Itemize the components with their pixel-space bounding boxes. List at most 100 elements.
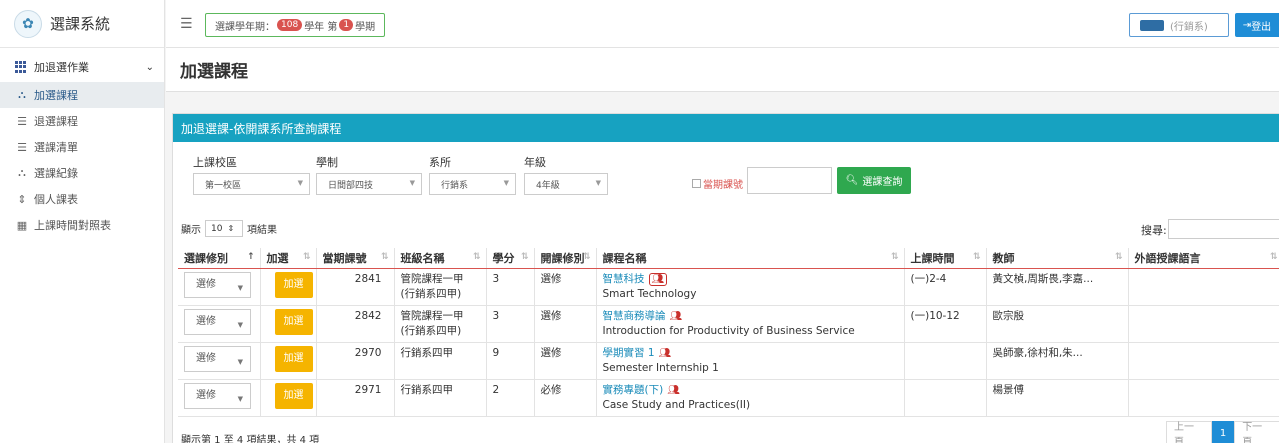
add-course-button[interactable]: 加選 <box>274 271 313 298</box>
user-dept: (行銷系) <box>1170 21 1208 33</box>
caret-down-icon: ▼ <box>503 179 509 187</box>
enroll-type-select[interactable]: 選修 ▼ <box>184 271 251 298</box>
caret-down-icon: ▼ <box>409 179 415 187</box>
foreign-language <box>1128 342 1279 380</box>
users-icon[interactable]: 👥︎ <box>659 348 672 359</box>
class-name: 管院課程一甲 <box>400 309 464 322</box>
col-header[interactable]: 教師 ⇅ <box>986 248 1129 269</box>
sidebar-item-drop-course[interactable]: ☰ 退選課程 <box>0 108 164 134</box>
col-header[interactable]: 班級名稱 ⇅ <box>394 248 487 269</box>
system-select[interactable]: 日間部四技 ▼ <box>316 173 422 195</box>
col-header[interactable]: 課程名稱 ⇅ <box>596 248 905 269</box>
table-row: 選修 ▼ 加選 2841 管院課程一甲 (行銷系四甲) 3 選修 智慧科技 👥︎ Sma… <box>178 268 1279 306</box>
sidebar-item-label: 選課清單 <box>34 141 78 154</box>
search-input[interactable] <box>1168 219 1279 239</box>
foreign-language <box>1128 379 1279 417</box>
foreign-language <box>1128 268 1279 306</box>
sort-icon: ⇕ <box>227 224 235 233</box>
class-time <box>904 342 987 380</box>
course-name-link[interactable]: 智慧科技 <box>603 273 645 285</box>
page-header: 加選課程 <box>166 48 1279 92</box>
menu-section-add-drop[interactable]: 加退選作業 ⌄ <box>0 52 164 82</box>
hamburger-menu-icon[interactable]: ☰ <box>180 16 193 32</box>
course-name-link[interactable]: 智慧商務導論 <box>603 310 666 322</box>
sidebar-item-add-course[interactable]: ⛬ 加選課程 <box>0 82 164 108</box>
table-header-row: 選課修別 ↑ 加選 ⇅ 當期課號 ⇅ 班級名稱 ⇅ 學分 ⇅ 開課修別 ⇅ 課程名稱 ⇅ 上課… <box>178 248 1279 269</box>
search-label: 搜尋: <box>1141 224 1167 237</box>
top-bar: ☰ 選課學年期： 108 學年 第 1 學期 (行銷系) ⇥ 登出 <box>166 0 1279 48</box>
logout-button[interactable]: ⇥ 登出 <box>1235 13 1279 37</box>
sidebar-item-course-list[interactable]: ☰ 選課清單 <box>0 134 164 160</box>
logout-icon: ⇥ <box>1242 19 1252 31</box>
sort-icon: ⇅ <box>472 252 481 262</box>
term-indicator: 選課學年期： 108 學年 第 1 學期 <box>205 13 386 37</box>
sidebar-item-label: 選課紀錄 <box>34 167 78 180</box>
sort-icon: ⇅ <box>582 252 591 262</box>
user-info[interactable]: (行銷系) <box>1129 13 1229 37</box>
col-header[interactable]: 選課修別 ↑ <box>178 248 261 269</box>
enroll-type-select[interactable]: 選修 ▼ <box>184 308 251 335</box>
enroll-type-select[interactable]: 選修 ▼ <box>184 345 251 372</box>
system-value: 日間部四技 <box>328 180 374 191</box>
sidebar-item-label: 個人課表 <box>34 193 78 206</box>
course-name-en: Introduction for Productivity of Busines… <box>602 324 855 337</box>
add-course-button[interactable]: 加選 <box>274 308 313 335</box>
sidebar-item-course-record[interactable]: ⛬ 選課紀錄 <box>0 160 164 186</box>
sort-icon: ⇅ <box>302 252 311 262</box>
users-icon[interactable]: 👥︎ <box>670 311 683 322</box>
caret-down-icon: ▼ <box>237 283 243 292</box>
add-course-button[interactable]: 加選 <box>274 345 313 372</box>
credit: 3 <box>486 305 535 343</box>
query-button[interactable]: 🔍︎ 選課查詢 <box>837 167 911 194</box>
page-size-select[interactable]: 10 ⇕ <box>205 220 243 237</box>
class-name-sub: (行銷系四甲) <box>400 287 462 300</box>
foreign-language <box>1128 305 1279 343</box>
show-prefix: 顯示 <box>181 225 201 236</box>
sort-icon: ⇅ <box>380 252 389 262</box>
course-type: 選修 <box>534 342 597 380</box>
page-1-button[interactable]: 1 <box>1211 421 1235 443</box>
system-label: 學制 <box>316 156 338 169</box>
col-header[interactable]: 外語授課語言 ⇅ <box>1128 248 1279 269</box>
add-course-button[interactable]: 加選 <box>274 382 313 409</box>
course-no-checkbox[interactable]: 當期課號 <box>692 176 743 191</box>
app-title: 選課系統 <box>50 15 111 33</box>
col-header[interactable]: 上課時間 ⇅ <box>904 248 987 269</box>
panel-title: 加退選課-依開課系所查詢課程 <box>173 114 1279 142</box>
page-title: 加選課程 <box>180 62 248 82</box>
col-header[interactable]: 當期課號 ⇅ <box>316 248 395 269</box>
sidebar: ✿ 選課系統 加退選作業 ⌄ ⛬ 加選課程 ☰ 退選課程 ☰ 選課清單 ⛬ 選課… <box>0 0 165 443</box>
teacher: 吳師豪,徐村和,朱... <box>986 342 1129 380</box>
caret-down-icon: ▼ <box>237 394 243 403</box>
prev-page-button[interactable]: 上一頁 <box>1166 421 1212 443</box>
app-logo-icon: ✿ <box>14 9 42 38</box>
sidebar-item-time-table[interactable]: ▦ 上課時間對照表 <box>0 212 164 238</box>
course-name-link[interactable]: 學期實習 1 <box>603 347 655 359</box>
next-page-button[interactable]: 下一頁 <box>1234 421 1279 443</box>
users-icon[interactable]: 👥︎ <box>667 385 680 396</box>
credit: 2 <box>486 379 535 417</box>
list-icon: ☰ <box>17 140 27 154</box>
semester-badge: 1 <box>339 19 354 31</box>
table-info: 顯示第 1 至 4 項結果，共 4 項 <box>181 435 320 443</box>
course-no-input[interactable] <box>747 167 832 194</box>
course-type: 選修 <box>534 305 597 343</box>
dept-select[interactable]: 行銷系 ▼ <box>429 173 516 195</box>
year-suffix: 學年 第 <box>304 21 338 33</box>
users-icon[interactable]: 👥︎ <box>648 272 668 286</box>
sidebar-item-personal-schedule[interactable]: ⇕ 個人課表 <box>0 186 164 212</box>
campus-select[interactable]: 第一校區 ▼ <box>193 173 310 195</box>
sidebar-item-label: 加選課程 <box>34 89 78 102</box>
enroll-type-select[interactable]: 選修 ▼ <box>184 382 251 409</box>
course-type: 必修 <box>534 379 597 417</box>
col-header[interactable]: 加選 ⇅ <box>260 248 317 269</box>
col-header[interactable]: 開課修別 ⇅ <box>534 248 597 269</box>
course-name-en: Semester Internship 1 <box>602 361 719 374</box>
course-name-link[interactable]: 實務專題(下) <box>603 384 664 396</box>
course-no: 2841 <box>316 268 395 306</box>
course-name-en: Case Study and Practices(II) <box>602 398 751 411</box>
grade-select[interactable]: 4年級 ▼ <box>524 173 608 195</box>
course-no: 2842 <box>316 305 395 343</box>
caret-down-icon: ▼ <box>595 179 601 187</box>
col-header[interactable]: 學分 ⇅ <box>486 248 535 269</box>
